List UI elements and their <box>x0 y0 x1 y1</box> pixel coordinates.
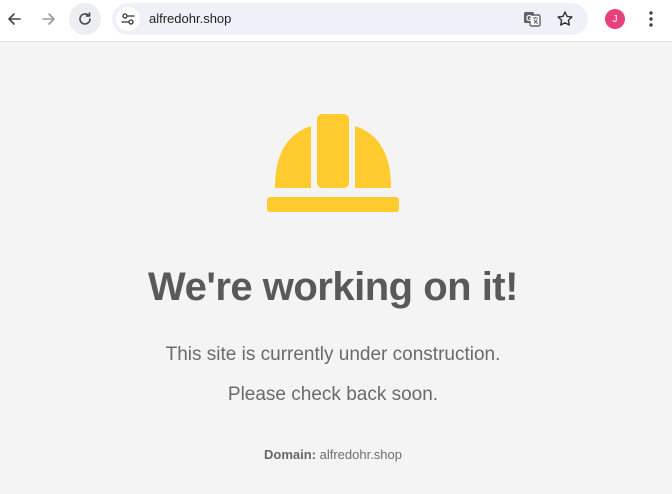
domain-info: Domain: alfredohr.shop <box>0 447 666 462</box>
translate-button[interactable]: G <box>522 9 542 29</box>
site-info-button[interactable] <box>116 7 140 31</box>
address-bar[interactable]: alfredohr.shop G <box>112 3 588 35</box>
reload-icon <box>79 12 91 25</box>
tune-icon <box>121 13 135 25</box>
translate-icon: G <box>524 12 541 27</box>
svg-text:G: G <box>526 14 532 23</box>
url-text[interactable]: alfredohr.shop <box>149 11 231 26</box>
check-back-message: Please check back soon. <box>227 384 439 405</box>
domain-label: Domain: <box>263 447 316 462</box>
browser-toolbar: alfredohr.shop G J <box>0 0 672 42</box>
hard-hat-icon <box>267 114 399 212</box>
browser-menu-button[interactable] <box>641 8 661 30</box>
arrow-right-icon <box>42 13 55 25</box>
forward-button[interactable] <box>33 3 65 35</box>
bookmark-button[interactable] <box>555 9 575 29</box>
status-message: This site is currently under constructio… <box>165 344 501 365</box>
domain-value: alfredohr.shop <box>319 447 403 462</box>
star-icon <box>557 11 573 26</box>
back-button[interactable] <box>0 3 30 35</box>
reload-button[interactable] <box>69 3 101 35</box>
page-title: We're working on it! <box>148 265 518 309</box>
profile-avatar[interactable]: J <box>605 9 625 29</box>
page-content: We're working on it! This site is curren… <box>0 43 672 494</box>
more-vert-icon <box>649 11 653 27</box>
arrow-left-icon <box>8 13 21 25</box>
